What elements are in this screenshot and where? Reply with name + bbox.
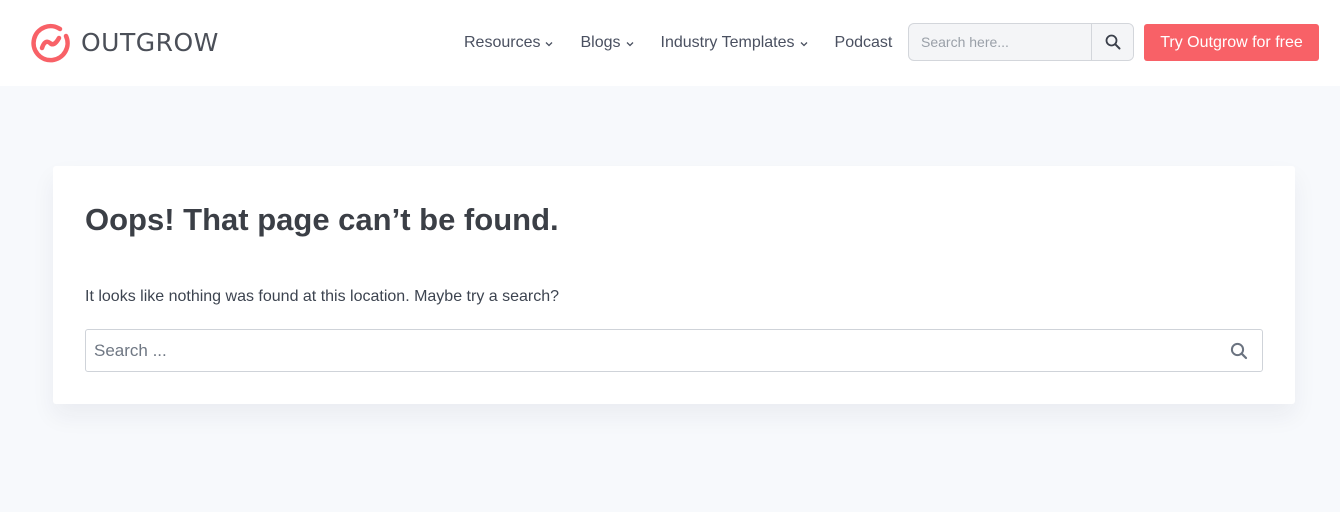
- error-card: Oops! That page can’t be found. It looks…: [53, 166, 1295, 404]
- nav-item-industry-templates[interactable]: Industry Templates: [661, 34, 809, 52]
- nav-item-label: Industry Templates: [660, 34, 795, 51]
- nav-item-label: Resources: [464, 34, 541, 51]
- site-header: OUTGROW Resources Blogs Industry Templat…: [0, 0, 1340, 86]
- nav-item-resources[interactable]: Resources: [464, 34, 554, 52]
- header-search-input[interactable]: [909, 24, 1091, 60]
- page-title: Oops! That page can’t be found.: [85, 202, 559, 237]
- error-message: It looks like nothing was found at this …: [85, 288, 560, 305]
- main-nav: Resources Blogs Industry Templates Podca…: [464, 30, 892, 56]
- nav-item-blogs[interactable]: Blogs: [580, 34, 634, 52]
- nav-item-podcast[interactable]: Podcast: [835, 34, 893, 52]
- brand-name: OUTGROW: [81, 27, 219, 57]
- chevron-down-icon: [546, 42, 553, 47]
- nav-item-label: Podcast: [834, 34, 893, 51]
- chevron-down-icon: [626, 42, 633, 47]
- search-icon[interactable]: [1230, 342, 1248, 360]
- outgrow-logo-icon: [31, 23, 70, 63]
- search-icon: [1105, 34, 1120, 50]
- header-search-button[interactable]: [1091, 24, 1133, 60]
- page-search-input[interactable]: [86, 330, 1206, 371]
- outgrow-logo[interactable]: OUTGROW: [29, 21, 219, 63]
- try-outgrow-button[interactable]: Try Outgrow for free: [1144, 24, 1319, 61]
- header-search: [908, 23, 1134, 61]
- nav-item-label: Blogs: [580, 34, 621, 51]
- chevron-down-icon: [800, 42, 807, 47]
- page-search: [85, 329, 1263, 372]
